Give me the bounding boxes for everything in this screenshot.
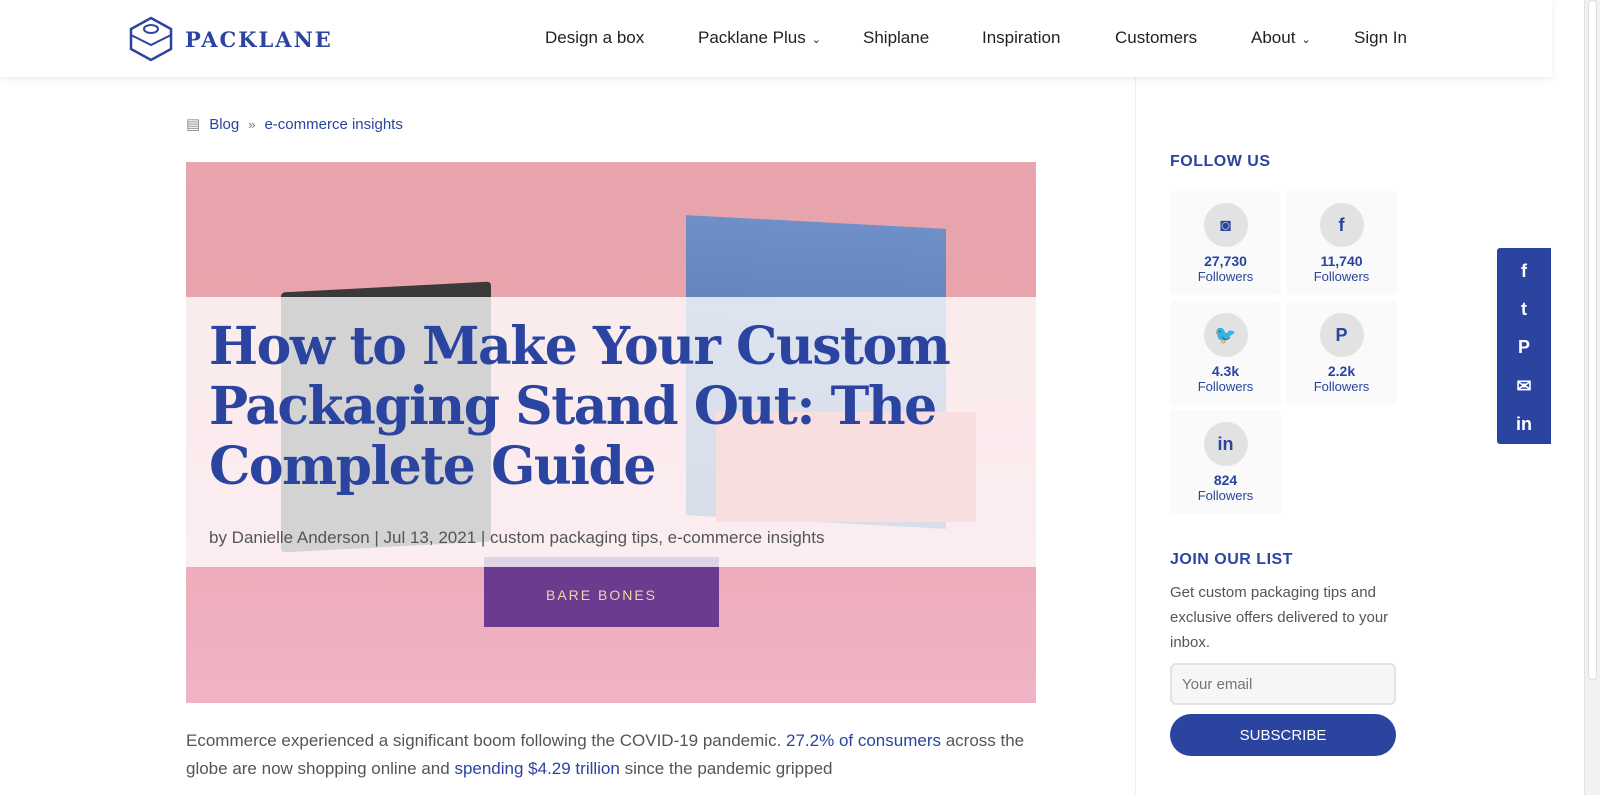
follow-card[interactable]: f 11,740 Followers bbox=[1286, 191, 1397, 295]
follower-count: 11,740 bbox=[1320, 253, 1363, 269]
nav-label: Inspiration bbox=[982, 28, 1061, 47]
breadcrumb-separator: » bbox=[248, 116, 256, 132]
follower-label: Followers bbox=[1197, 379, 1254, 394]
facebook-icon[interactable]: f bbox=[1521, 261, 1527, 282]
subscribe-button[interactable]: SUBSCRIBE bbox=[1170, 714, 1396, 756]
scrollbar[interactable] bbox=[1584, 0, 1600, 795]
share-bar: f t P ✉ in bbox=[1497, 248, 1551, 444]
sidebar-divider bbox=[1135, 77, 1136, 795]
nav-label: Design a box bbox=[545, 28, 645, 47]
email-icon[interactable]: ✉ bbox=[1516, 376, 1531, 397]
article-meta: by Danielle Anderson | Jul 13, 2021 | cu… bbox=[209, 528, 825, 547]
nav-item[interactable]: Inspiration bbox=[982, 28, 1060, 48]
follower-label: Followers bbox=[1313, 269, 1370, 284]
nav-item[interactable]: About ⌄ bbox=[1251, 28, 1311, 48]
intro-text: Ecommerce experienced a significant boom… bbox=[186, 731, 787, 750]
site-header: PACKLANE Design a box Packlane Plus ⌄ Shipl… bbox=[0, 0, 1552, 77]
instagram-icon: ◙ bbox=[1203, 203, 1248, 247]
linkedin-icon: in bbox=[1203, 422, 1248, 466]
pinterest-icon: P bbox=[1319, 313, 1364, 357]
follow-card[interactable]: in 824 Followers bbox=[1170, 410, 1281, 514]
scrollbar-thumb[interactable] bbox=[1588, 0, 1597, 680]
linkedin-icon[interactable]: in bbox=[1516, 414, 1532, 435]
document-icon: ▤ bbox=[186, 116, 201, 133]
purple-box: BARE BONES bbox=[484, 557, 719, 627]
consumers-link[interactable]: 27.2% of consumers bbox=[786, 731, 941, 750]
follower-label: Followers bbox=[1197, 269, 1254, 284]
nav-label: Customers bbox=[1115, 28, 1198, 47]
follow-card[interactable]: ◙ 27,730 Followers bbox=[1170, 191, 1281, 295]
follower-count: 27,730 bbox=[1204, 253, 1247, 269]
follow-card[interactable]: 🐦 4.3k Followers bbox=[1170, 301, 1281, 405]
facebook-icon: f bbox=[1319, 203, 1364, 247]
follow-us-heading: FOLLOW US bbox=[1170, 153, 1271, 170]
follower-count: 2.2k bbox=[1327, 363, 1356, 379]
follower-count: 824 bbox=[1213, 472, 1238, 488]
chevron-down-icon: ⌄ bbox=[811, 34, 821, 46]
twitter-icon: 🐦 bbox=[1203, 313, 1248, 357]
follower-label: Followers bbox=[1197, 488, 1254, 503]
breadcrumb-category[interactable]: e-commerce insights bbox=[264, 116, 402, 133]
breadcrumb-blog[interactable]: Blog bbox=[209, 116, 239, 133]
logo-box-icon bbox=[129, 16, 173, 62]
nav-item[interactable]: Sign In bbox=[1354, 28, 1407, 48]
follow-card[interactable]: P 2.2k Followers bbox=[1286, 301, 1397, 405]
email-input[interactable] bbox=[1170, 663, 1396, 705]
nav-item[interactable]: Customers bbox=[1115, 28, 1197, 48]
spending-link[interactable]: spending $4.29 trillion bbox=[454, 759, 619, 778]
nav-label: About bbox=[1251, 28, 1296, 47]
follower-label: Followers bbox=[1313, 379, 1370, 394]
hero-image: BARE BONES How to Make Your Custom Packa… bbox=[186, 162, 1036, 703]
nav-item[interactable]: Packlane Plus ⌄ bbox=[698, 28, 821, 48]
intro-text: since the pandemic gripped bbox=[619, 759, 833, 778]
join-description: Get custom packaging tips and exclusive … bbox=[1170, 584, 1389, 651]
follower-count: 4.3k bbox=[1211, 363, 1240, 379]
breadcrumb: ▤ Blog » e-commerce insights bbox=[186, 115, 403, 134]
nav-item[interactable]: Design a box bbox=[545, 28, 644, 48]
join-list-heading: JOIN OUR LIST bbox=[1170, 551, 1293, 568]
nav-item[interactable]: Shiplane bbox=[863, 28, 929, 48]
twitter-icon[interactable]: t bbox=[1521, 299, 1527, 320]
article-title: How to Make Your Custom Packaging Stand … bbox=[209, 316, 951, 497]
chevron-down-icon: ⌄ bbox=[1301, 34, 1311, 46]
logo-text: PACKLANE bbox=[185, 26, 333, 52]
article-intro: Ecommerce experienced a significant boom… bbox=[186, 727, 1046, 783]
packlane-logo[interactable]: PACKLANE bbox=[127, 15, 333, 63]
nav-label: Sign In bbox=[1354, 28, 1407, 47]
box-label: BARE BONES bbox=[545, 587, 658, 603]
nav-label: Shiplane bbox=[863, 28, 930, 47]
pinterest-icon[interactable]: P bbox=[1518, 337, 1530, 358]
nav-label: Packlane Plus bbox=[698, 28, 806, 47]
